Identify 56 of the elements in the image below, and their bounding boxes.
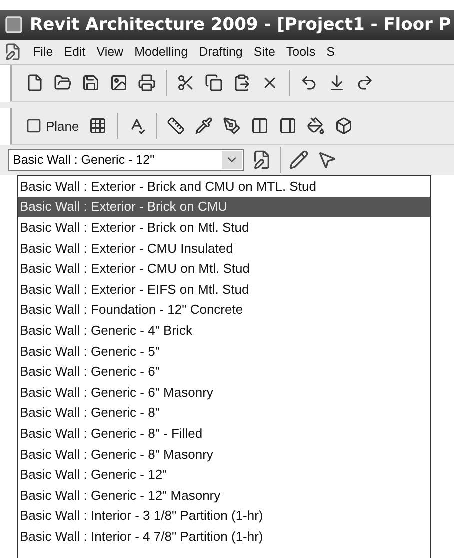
printer-icon[interactable]: [138, 74, 156, 92]
plane-icon: [26, 118, 42, 134]
redo-icon[interactable]: [356, 74, 374, 92]
download-icon[interactable]: [328, 74, 346, 92]
panel-icon[interactable]: [279, 117, 298, 135]
list-item[interactable]: Basic Wall : Generic - 12": [18, 464, 430, 485]
pen-tool-icon[interactable]: [223, 117, 242, 135]
list-item[interactable]: Basic Wall : Exterior - EIFS on Mtl. Stud: [18, 278, 430, 300]
list-item[interactable]: Basic Wall : Interior - 3 1/8" Partition (1-hr): [18, 506, 430, 526]
list-item[interactable]: Basic Wall : Exterior - CMU Insulated: [18, 238, 430, 258]
open-folder-icon[interactable]: [54, 74, 72, 92]
selector-value: Basic Wall : Generic - 12": [13, 153, 155, 167]
paste-icon[interactable]: [233, 74, 251, 92]
app-icon: [4, 15, 24, 35]
pipette-icon[interactable]: [195, 117, 214, 135]
save-icon[interactable]: [82, 74, 100, 92]
paint-bucket-icon[interactable]: [307, 117, 326, 135]
type-selector[interactable]: Basic Wall : Generic - 12": [8, 149, 244, 171]
menu-item[interactable]: Drafting: [199, 45, 243, 59]
list-item[interactable]: Basic Wall : Exterior - Brick on CMU: [18, 196, 430, 218]
list-item[interactable]: Basic Wall : Generic - 8": [18, 402, 430, 424]
menu-item[interactable]: S: [326, 45, 335, 59]
list-item[interactable]: Basic Wall : Generic - 8" - Filled: [18, 423, 430, 444]
box-icon[interactable]: [335, 117, 354, 135]
new-file-icon[interactable]: [26, 74, 44, 92]
image-icon[interactable]: [110, 74, 128, 92]
list-item[interactable]: Basic Wall : Generic - 6": [18, 361, 430, 382]
list-item[interactable]: Basic Wall : Generic - 5": [18, 340, 430, 362]
list-item[interactable]: Basic Wall : Generic - 4" Brick: [18, 320, 430, 341]
ruler-icon[interactable]: [167, 117, 186, 135]
menu-item[interactable]: Modelling: [134, 45, 188, 59]
grid-icon[interactable]: [89, 117, 108, 135]
plane-button[interactable]: Plane: [26, 118, 80, 134]
list-item[interactable]: Basic Wall : Generic - 6" Masonry: [18, 382, 430, 403]
menu-item[interactable]: File: [33, 45, 54, 59]
properties-icon[interactable]: [252, 150, 272, 170]
columns-icon[interactable]: [251, 117, 270, 135]
undo-icon[interactable]: [300, 74, 318, 92]
list-item[interactable]: Basic Wall : Foundation - 12" Concrete: [18, 300, 430, 320]
menu-item[interactable]: Site: [254, 45, 276, 59]
list-item[interactable]: Basic Wall : Generic - 8" Masonry: [18, 444, 430, 464]
menu-item[interactable]: Tools: [286, 45, 316, 59]
list-item[interactable]: Basic Wall : Exterior - Brick and CMU on MTL. Stud: [18, 176, 430, 197]
list-item[interactable]: Basic Wall : Generic - 12" Masonry: [18, 484, 430, 506]
list-item[interactable]: Basic Wall : Exterior - Brick on Mtl. Stud: [18, 217, 430, 238]
list-item[interactable]: Basic Wall : Exterior - CMU on Mtl. Stud: [18, 258, 430, 279]
list-item[interactable]: Basic Wall : Interior - 4 7/8" Partition (1-hr): [18, 526, 430, 547]
document-icon: [4, 43, 22, 61]
scissors-icon[interactable]: [177, 74, 195, 92]
menu-item[interactable]: View: [96, 45, 124, 59]
menu-item[interactable]: Edit: [64, 45, 86, 59]
pencil-icon[interactable]: [289, 150, 309, 170]
window-title: Revit Architecture 2009 - [Project1 - Floor P: [30, 15, 452, 35]
pointer-icon[interactable]: [317, 150, 337, 170]
dropdown-button[interactable]: [222, 151, 242, 169]
copy-icon[interactable]: [205, 74, 223, 92]
